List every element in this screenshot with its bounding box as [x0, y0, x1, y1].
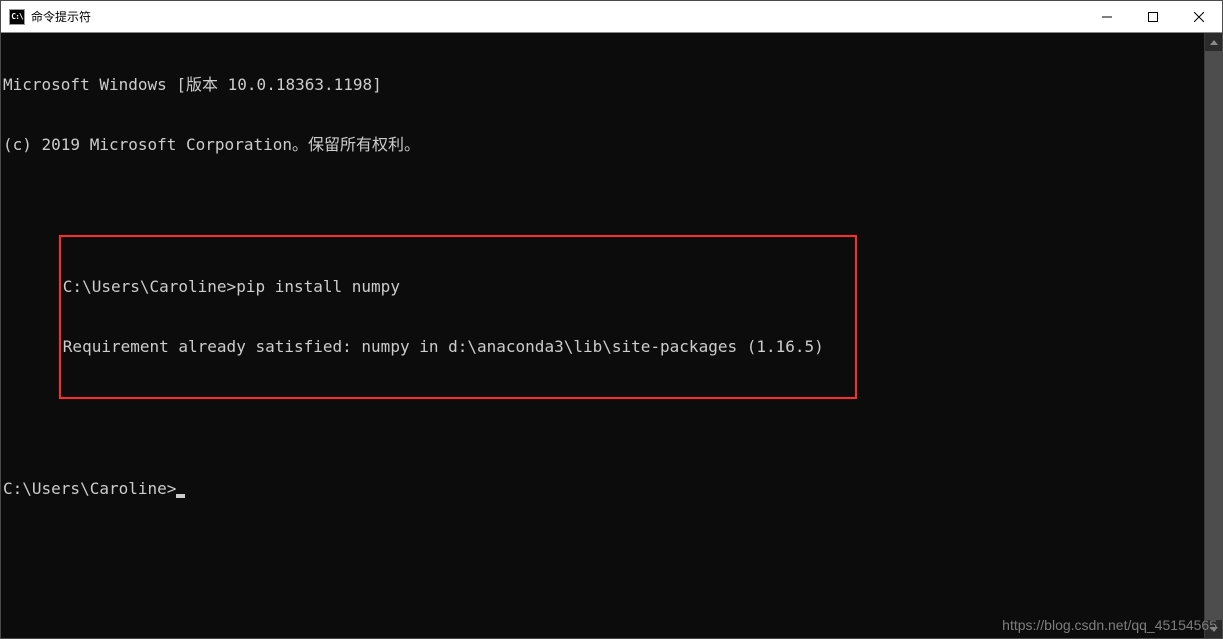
- terminal-prompt: C:\Users\Caroline>: [3, 479, 176, 498]
- command-prompt-window: C:\ 命令提示符 Microsoft W: [0, 0, 1223, 639]
- terminal-line: [3, 419, 1204, 439]
- terminal-line: [3, 195, 1204, 215]
- maximize-icon: [1148, 12, 1158, 22]
- minimize-icon: [1102, 12, 1112, 22]
- client-area: Microsoft Windows [版本 10.0.18363.1198] (…: [1, 33, 1222, 638]
- scroll-up-button[interactable]: [1205, 33, 1222, 51]
- highlight-box: C:\Users\Caroline>pip install numpy Requ…: [59, 235, 857, 399]
- scroll-track[interactable]: [1205, 51, 1222, 620]
- terminal-prompt-line: C:\Users\Caroline>: [3, 479, 1204, 499]
- close-button[interactable]: [1176, 1, 1222, 32]
- minimize-button[interactable]: [1084, 1, 1130, 32]
- terminal-line: C:\Users\Caroline>pip install numpy: [61, 277, 855, 297]
- vertical-scrollbar[interactable]: [1204, 33, 1222, 638]
- scroll-thumb[interactable]: [1205, 51, 1222, 620]
- maximize-button[interactable]: [1130, 1, 1176, 32]
- watermark: https://blog.csdn.net/qq_45154565: [1002, 617, 1217, 633]
- chevron-up-icon: [1210, 40, 1218, 45]
- window-controls: [1084, 1, 1222, 32]
- close-icon: [1194, 12, 1204, 22]
- terminal-output[interactable]: Microsoft Windows [版本 10.0.18363.1198] (…: [1, 33, 1204, 638]
- cursor: [176, 494, 185, 498]
- window-title: 命令提示符: [31, 8, 91, 25]
- app-icon: C:\: [9, 9, 25, 25]
- terminal-line: (c) 2019 Microsoft Corporation。保留所有权利。: [3, 135, 1204, 155]
- terminal-line: Requirement already satisfied: numpy in …: [61, 337, 855, 357]
- terminal-line: Microsoft Windows [版本 10.0.18363.1198]: [3, 75, 1204, 95]
- titlebar-left: C:\ 命令提示符: [9, 8, 91, 25]
- titlebar[interactable]: C:\ 命令提示符: [1, 1, 1222, 33]
